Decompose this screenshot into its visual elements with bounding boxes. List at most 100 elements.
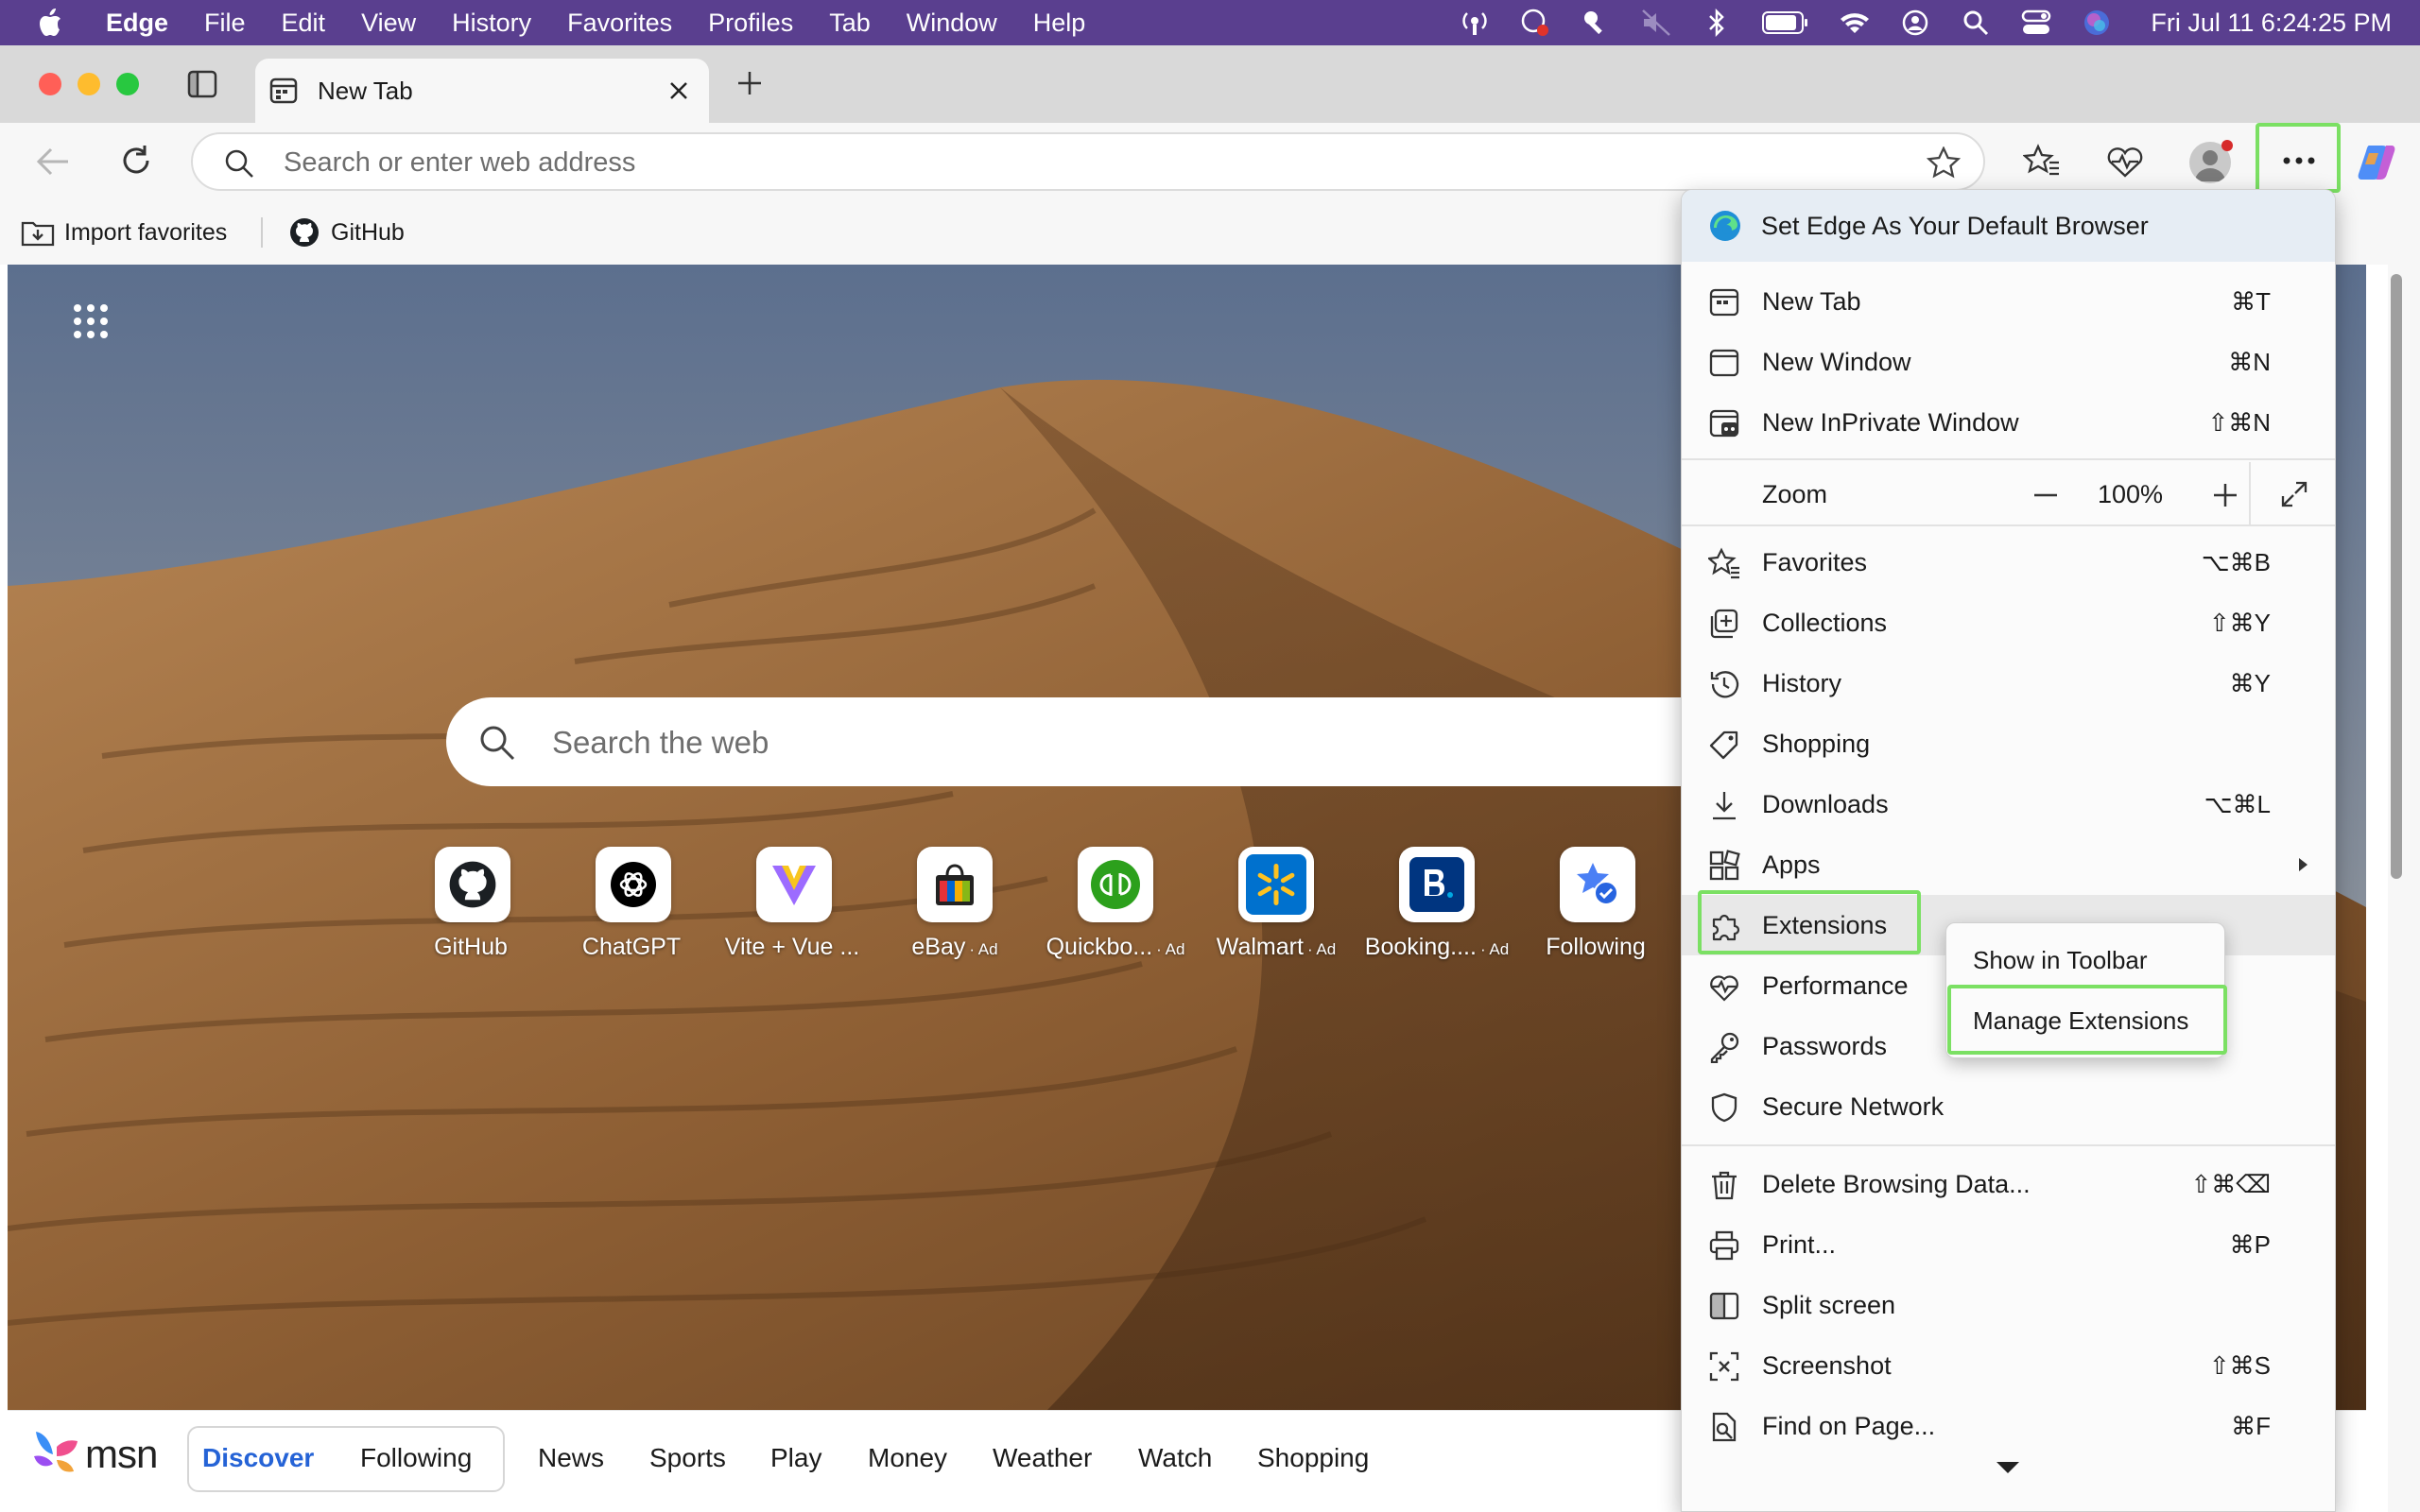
- menu-item-new-tab[interactable]: New Tab ⌘T: [1682, 271, 2335, 332]
- browser-essentials-icon[interactable]: [2106, 146, 2144, 178]
- menubar-app-name[interactable]: Edge: [106, 9, 168, 38]
- quick-link-walmart[interactable]: Walmart · Ad: [1196, 847, 1357, 961]
- refresh-icon[interactable]: [119, 144, 153, 178]
- menu-item-favorites[interactable]: Favorites ⌥⌘B: [1682, 532, 2335, 593]
- menu-item-shortcut: ⌘N: [2228, 348, 2271, 376]
- apple-icon[interactable]: [36, 6, 68, 40]
- msn-nav-news[interactable]: News: [538, 1443, 604, 1473]
- address-bar[interactable]: Search or enter web address: [191, 132, 1985, 191]
- msn-logo[interactable]: msn: [30, 1428, 158, 1481]
- menu-separator: [1682, 458, 2335, 460]
- menu-item-label: Secure Network: [1762, 1092, 1945, 1121]
- quick-link-following[interactable]: Following: [1517, 847, 1678, 961]
- menubar-clock[interactable]: Fri Jul 11 6:24:25 PM: [2151, 9, 2392, 38]
- quick-link-chatgpt[interactable]: ChatGPT: [553, 847, 714, 961]
- menu-scroll-down-icon[interactable]: [1996, 1460, 2020, 1475]
- msn-tab-discover[interactable]: Discover: [202, 1443, 314, 1473]
- menubar-view[interactable]: View: [361, 9, 416, 38]
- battery-icon[interactable]: [1761, 7, 1810, 39]
- scrollbar-thumb[interactable]: [2391, 274, 2402, 879]
- quick-link-github[interactable]: GitHub: [392, 847, 553, 961]
- menubar-profiles[interactable]: Profiles: [708, 9, 793, 38]
- shield-icon: [1711, 1092, 1737, 1123]
- menu-item-label: Apps: [1762, 850, 1821, 879]
- close-tab-icon[interactable]: [666, 77, 692, 104]
- menu-item-secure-network[interactable]: Secure Network: [1682, 1076, 2335, 1137]
- msn-nav-shopping[interactable]: Shopping: [1257, 1443, 1369, 1473]
- zoom-window-button[interactable]: [116, 73, 139, 95]
- siri-icon[interactable]: [2081, 7, 2113, 39]
- menu-item-label: Downloads: [1762, 790, 1889, 818]
- menu-item-new-inprivate-window[interactable]: New InPrivate Window ⇧⌘N: [1682, 392, 2335, 453]
- msn-nav-money[interactable]: Money: [868, 1443, 947, 1473]
- user-icon[interactable]: [1899, 7, 1931, 39]
- menubar-history[interactable]: History: [452, 9, 531, 38]
- menu-item-collections[interactable]: Collections ⇧⌘Y: [1682, 593, 2335, 653]
- msn-nav-sports[interactable]: Sports: [649, 1443, 726, 1473]
- menu-item-history[interactable]: History ⌘Y: [1682, 653, 2335, 713]
- quick-link-vite-vue[interactable]: Vite + Vue ...: [714, 847, 874, 961]
- menu-item-screenshot[interactable]: Screenshot ⇧⌘S: [1682, 1335, 2335, 1396]
- menubar-tab[interactable]: Tab: [829, 9, 871, 38]
- tab-new-tab[interactable]: New Tab: [255, 59, 709, 123]
- menubar-file[interactable]: File: [204, 9, 246, 38]
- msn-nav-watch[interactable]: Watch: [1138, 1443, 1212, 1473]
- bookmark-github[interactable]: GitHub: [289, 214, 405, 251]
- show-in-toolbar-item[interactable]: Show in Toolbar: [1973, 946, 2148, 975]
- menu-item-label: New Window: [1762, 348, 1911, 376]
- tools-icon[interactable]: [1580, 7, 1612, 39]
- bluetooth-icon[interactable]: [1701, 7, 1733, 39]
- menubar-help[interactable]: Help: [1033, 9, 1086, 38]
- wifi-icon[interactable]: [1839, 7, 1871, 39]
- favorites-hub-icon[interactable]: [2023, 144, 2061, 180]
- page-scrollbar[interactable]: [2388, 265, 2420, 1512]
- msn-butterfly-icon: [34, 1432, 78, 1472]
- new-tab-plus-icon[interactable]: [735, 69, 764, 97]
- vite-icon: [772, 866, 816, 905]
- zoom-in-icon[interactable]: [2211, 481, 2239, 509]
- screen-record-icon[interactable]: [1519, 7, 1551, 39]
- quick-link-quickbooks[interactable]: Quickbo... · Ad: [1035, 847, 1196, 961]
- mute-icon[interactable]: [1640, 7, 1672, 39]
- star-favorite-icon[interactable]: [1927, 146, 1961, 179]
- following-star-icon: [1577, 863, 1618, 905]
- menu-item-delete-browsing-data[interactable]: Delete Browsing Data... ⇧⌘⌫: [1682, 1154, 2335, 1214]
- history-clock-icon: [1710, 671, 1739, 698]
- menubar-window[interactable]: Window: [907, 9, 997, 38]
- quick-link-ad: · Ad: [1306, 940, 1337, 958]
- quick-link-tile: [917, 847, 993, 922]
- web-search-box[interactable]: Search the web: [446, 697, 1732, 786]
- menu-item-split-screen[interactable]: Split screen: [1682, 1275, 2335, 1335]
- menu-item-print[interactable]: Print... ⌘P: [1682, 1214, 2335, 1275]
- ebay-bag-icon: [936, 864, 974, 905]
- minimize-window-button[interactable]: [78, 73, 100, 95]
- fullscreen-icon[interactable]: [2279, 479, 2309, 509]
- menubar-favorites[interactable]: Favorites: [567, 9, 672, 38]
- menubar-edit[interactable]: Edit: [282, 9, 326, 38]
- vertical-tabs-icon[interactable]: [187, 70, 217, 98]
- menu-item-find-on-page[interactable]: Find on Page... ⌘F: [1682, 1396, 2335, 1456]
- menu-item-downloads[interactable]: Downloads ⌥⌘L: [1682, 774, 2335, 834]
- menu-item-new-window[interactable]: New Window ⌘N: [1682, 332, 2335, 392]
- tab-strip: New Tab: [0, 45, 2420, 123]
- quick-link-booking[interactable]: Booking.... · Ad: [1357, 847, 1517, 961]
- apps-grid-icon[interactable]: [72, 302, 110, 340]
- set-default-browser-banner[interactable]: Set Edge As Your Default Browser: [1682, 190, 2335, 262]
- menu-separator: [1682, 1144, 2335, 1146]
- menu-item-zoom: Zoom 100%: [1682, 462, 2335, 524]
- control-center-icon[interactable]: [2020, 7, 2052, 39]
- msn-nav-weather[interactable]: Weather: [993, 1443, 1092, 1473]
- quick-link-ebay[interactable]: eBay · Ad: [874, 847, 1035, 961]
- menu-item-shopping[interactable]: Shopping: [1682, 713, 2335, 774]
- quick-link-tile: [596, 847, 671, 922]
- copilot-icon[interactable]: [2356, 142, 2399, 183]
- close-window-button[interactable]: [39, 73, 61, 95]
- hotspot-icon[interactable]: [1459, 7, 1491, 39]
- spotlight-icon[interactable]: [1960, 7, 1992, 39]
- import-favorites-link[interactable]: Import favorites: [21, 214, 227, 251]
- msn-tab-following[interactable]: Following: [360, 1443, 472, 1473]
- menu-item-apps[interactable]: Apps: [1682, 834, 2335, 895]
- back-arrow-icon[interactable]: [36, 146, 70, 178]
- zoom-out-icon[interactable]: [2031, 481, 2060, 509]
- msn-nav-play[interactable]: Play: [770, 1443, 821, 1473]
